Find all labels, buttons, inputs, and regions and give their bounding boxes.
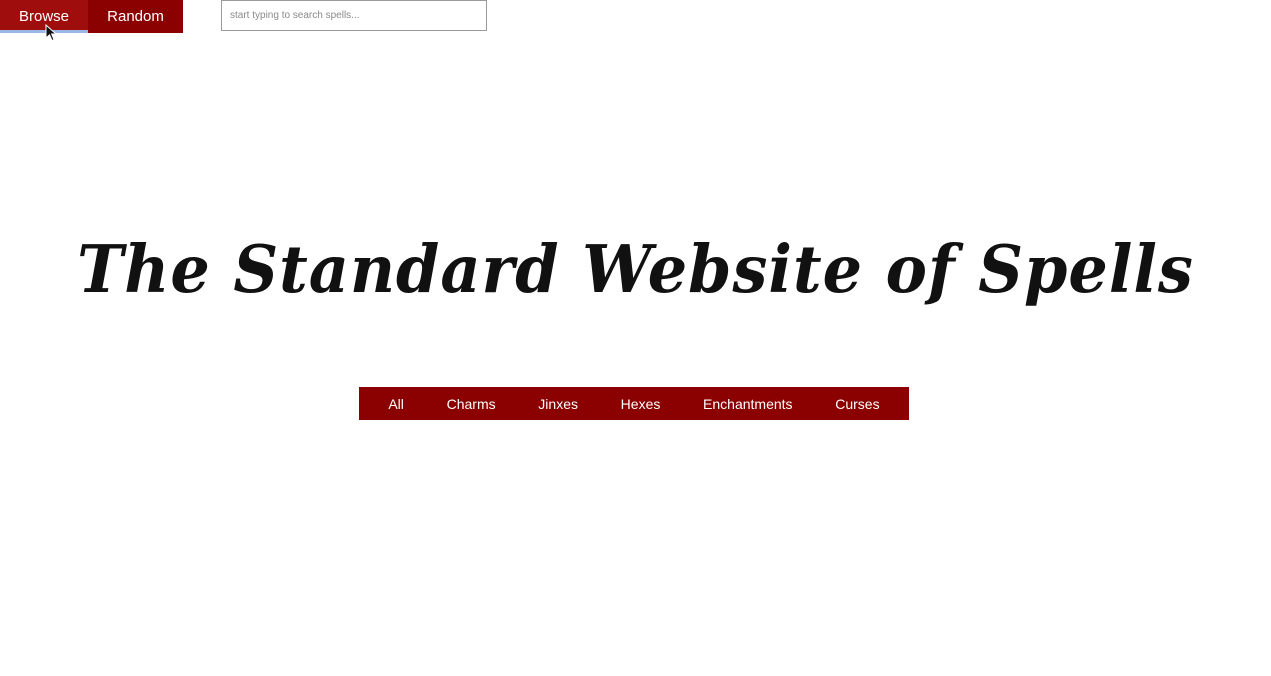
category-charms[interactable]: Charms xyxy=(447,396,496,412)
search-input[interactable] xyxy=(221,0,487,31)
category-enchantments[interactable]: Enchantments xyxy=(703,396,793,412)
category-curses[interactable]: Curses xyxy=(835,396,879,412)
site-title: The Standard Website of Spells xyxy=(77,231,1194,308)
page: Browse Random The Standard Website of Sp… xyxy=(0,0,1271,676)
title-area: The Standard Website of Spells xyxy=(0,205,1271,335)
random-button[interactable]: Random xyxy=(88,0,183,33)
category-jinxes[interactable]: Jinxes xyxy=(538,396,578,412)
category-all[interactable]: All xyxy=(388,396,404,412)
mouse-pointer-icon xyxy=(45,24,58,42)
category-hexes[interactable]: Hexes xyxy=(621,396,661,412)
browse-button[interactable]: Browse xyxy=(0,0,88,33)
category-nav: All Charms Jinxes Hexes Enchantments Cur… xyxy=(359,387,909,420)
top-nav: Browse Random xyxy=(0,0,183,33)
